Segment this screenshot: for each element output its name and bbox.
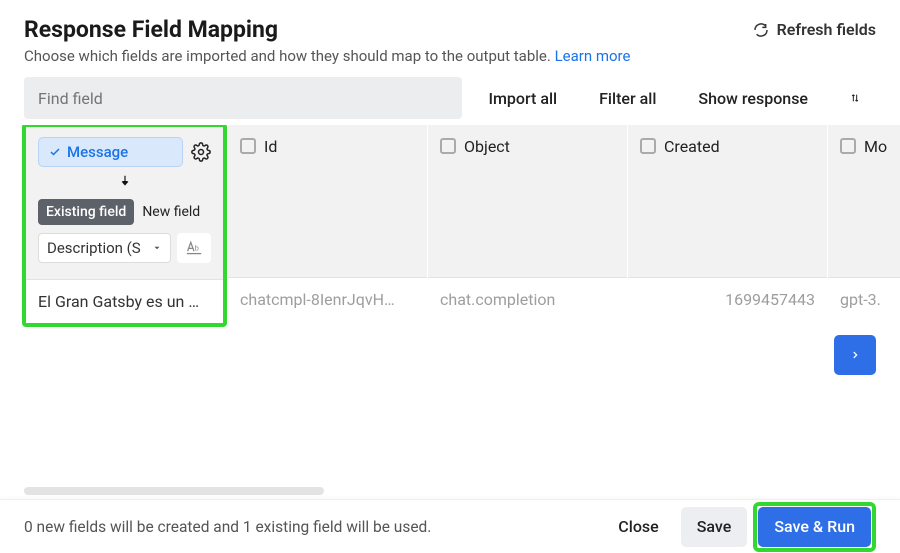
column-message: Message Existing field New field <box>24 125 228 327</box>
subtitle-text: Choose which fields are imported and how… <box>24 47 551 65</box>
column-name-id: Id <box>264 137 277 156</box>
show-response-button[interactable]: Show response <box>682 77 824 119</box>
column-checkbox-object[interactable] <box>440 138 456 154</box>
chevron-right-icon <box>850 348 860 362</box>
subtitle: Choose which fields are imported and how… <box>0 47 900 77</box>
column-object: Object chat.completion <box>428 125 628 321</box>
column-header-object: Object <box>428 125 627 277</box>
refresh-fields-button[interactable]: Refresh fields <box>753 20 876 39</box>
page-title: Response Field Mapping <box>24 16 278 43</box>
footer-buttons: Close Save Save & Run <box>602 502 876 552</box>
column-checkbox-model[interactable] <box>840 138 856 154</box>
mapping-grid: Message Existing field New field <box>0 125 900 327</box>
footer-note: 0 new fields will be created and 1 exist… <box>24 518 431 536</box>
column-name-object: Object <box>464 137 510 156</box>
column-name-model: Mo <box>864 137 887 156</box>
toggle-existing-field[interactable]: Existing field <box>38 199 134 225</box>
preview-cell-model: gpt-3. <box>828 277 900 321</box>
column-checkbox-created[interactable] <box>640 138 656 154</box>
column-header-model: Mo <box>828 125 900 277</box>
check-icon <box>49 146 61 158</box>
column-model: Mo gpt-3. <box>828 125 900 321</box>
text-format-icon: b <box>184 240 204 256</box>
gear-icon[interactable] <box>191 142 211 162</box>
header: Response Field Mapping Refresh fields <box>0 0 900 47</box>
column-created: Created 1699457443 <box>628 125 828 321</box>
response-field-mapping-dialog: Response Field Mapping Refresh fields Ch… <box>0 0 900 553</box>
close-button[interactable]: Close <box>602 507 674 547</box>
field-select-label: Message <box>67 143 128 161</box>
save-and-run-button[interactable]: Save & Run <box>758 507 871 547</box>
svg-text:b: b <box>195 243 199 252</box>
filter-all-button[interactable]: Filter all <box>583 77 672 119</box>
columns: Message Existing field New field <box>0 125 900 327</box>
column-header-created: Created <box>628 125 827 277</box>
field-mode-toggle[interactable]: Existing field New field <box>38 199 211 225</box>
preview-cell-message: El Gran Gatsby es un … <box>26 279 223 323</box>
toggle-new-field[interactable]: New field <box>134 199 208 225</box>
column-name-created: Created <box>664 137 720 156</box>
learn-more-link[interactable]: Learn more <box>555 47 631 65</box>
caret-down-icon <box>152 243 162 253</box>
scroll-right-button[interactable] <box>834 335 876 375</box>
field-select-message[interactable]: Message <box>38 137 183 167</box>
active-column-highlight: Message Existing field New field <box>22 125 227 327</box>
find-field-wrapper <box>24 77 462 119</box>
column-id: Id chatcmpl-8IenrJqvH… <box>228 125 428 321</box>
find-field-input[interactable] <box>24 77 462 119</box>
column-checkbox-id[interactable] <box>240 138 256 154</box>
toolbar: Import all Filter all Show response <box>0 77 900 119</box>
format-button[interactable]: b <box>177 233 211 263</box>
column-header-message: Message Existing field New field <box>26 127 223 279</box>
preview-cell-object: chat.completion <box>428 277 627 321</box>
destination-field-select[interactable]: Description (S <box>38 233 171 263</box>
save-run-highlight: Save & Run <box>753 502 876 552</box>
sort-icon <box>850 90 860 106</box>
preview-cell-created: 1699457443 <box>628 277 827 321</box>
sort-button[interactable] <box>834 77 876 119</box>
map-arrow-icon <box>38 173 211 193</box>
refresh-icon <box>753 22 769 38</box>
import-all-button[interactable]: Import all <box>472 77 573 119</box>
destination-field-label: Description (S <box>47 239 141 257</box>
footer: 0 new fields will be created and 1 exist… <box>0 499 900 553</box>
preview-cell-id: chatcmpl-8IenrJqvH… <box>228 277 427 321</box>
column-header-id: Id <box>228 125 427 277</box>
refresh-label: Refresh fields <box>777 20 876 39</box>
horizontal-scrollbar[interactable] <box>24 487 324 495</box>
save-button[interactable]: Save <box>681 507 748 547</box>
